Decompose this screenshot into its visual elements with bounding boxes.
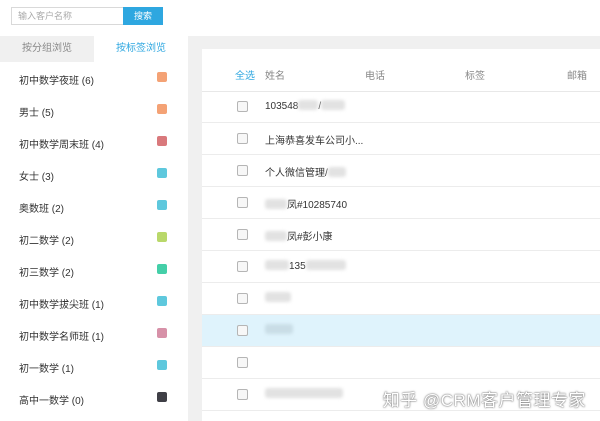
- top-toolbar: 搜索: [0, 0, 600, 32]
- tag-color-swatch: [157, 136, 167, 146]
- table-row[interactable]: 个人微信管理/: [202, 155, 600, 187]
- column-header-tags: 标签: [465, 71, 485, 82]
- tag-item[interactable]: 初中数学名师班 (1): [0, 318, 188, 350]
- tag-label: 高中一数学 (0): [19, 396, 84, 407]
- panel-divider: [188, 36, 202, 421]
- watermark-text: 知乎 @CRM客户管理专家: [382, 391, 586, 410]
- customer-name: [265, 324, 293, 336]
- tag-label: 奥数班 (2): [19, 204, 64, 215]
- redacted-text: [265, 324, 293, 334]
- tag-label: 初二数学 (2): [19, 236, 74, 247]
- redacted-text: [327, 167, 346, 177]
- tag-color-swatch: [157, 168, 167, 178]
- customer-name: [265, 292, 291, 304]
- tag-item[interactable]: 初中数学周末班 (4): [0, 126, 188, 158]
- select-all-link[interactable]: 全选: [235, 67, 255, 82]
- tag-label: 初中数学周末班 (4): [19, 140, 104, 151]
- table-row[interactable]: [202, 315, 600, 347]
- table-row[interactable]: 凤#彭小康: [202, 219, 600, 251]
- tag-color-swatch: [157, 104, 167, 114]
- tag-color-swatch: [157, 296, 167, 306]
- table-row[interactable]: 103548/: [202, 91, 600, 123]
- table-row[interactable]: 凤#10285740: [202, 187, 600, 219]
- tag-item[interactable]: 初一数学 (1): [0, 350, 188, 382]
- tag-label: 初三数学 (2): [19, 268, 74, 279]
- redacted-text: [265, 292, 291, 302]
- table-row[interactable]: 上海恭喜发车公司小...: [202, 123, 600, 155]
- column-header-phone: 电话: [365, 71, 385, 82]
- customer-table: 全选 姓名 电话 标签 邮箱 103548/ 上海恭喜发车公司小... 个人微信…: [202, 49, 600, 421]
- customer-name: [265, 388, 343, 400]
- customer-name: 个人微信管理/: [265, 164, 346, 179]
- row-checkbox[interactable]: [237, 229, 248, 240]
- tag-label: 初中数学拔尖班 (1): [19, 300, 104, 311]
- tag-color-swatch: [157, 200, 167, 210]
- panel-gap: [202, 36, 600, 49]
- tag-color-swatch: [157, 264, 167, 274]
- customer-name: 103548/: [265, 100, 346, 112]
- column-header-email: 邮箱: [567, 71, 587, 82]
- sidebar-tabs: 按分组浏览 按标签浏览: [0, 36, 188, 62]
- redacted-text: [321, 100, 346, 110]
- tag-item[interactable]: 初中数学夜班 (6): [0, 62, 188, 94]
- column-header-name: 姓名: [265, 71, 285, 82]
- tag-item[interactable]: 高中一数学 (0): [0, 382, 188, 414]
- tag-label: 初中数学名师班 (1): [19, 332, 104, 343]
- tag-item[interactable]: 奥数班 (2): [0, 190, 188, 222]
- tag-item[interactable]: 初中数学拔尖班 (1): [0, 286, 188, 318]
- tag-color-swatch: [157, 360, 167, 370]
- table-header: 全选 姓名 电话 标签 邮箱: [202, 49, 600, 92]
- customer-name: 上海恭喜发车公司小...: [265, 136, 364, 147]
- redacted-text: [265, 388, 343, 398]
- row-checkbox[interactable]: [237, 165, 248, 176]
- customer-search-input[interactable]: [11, 7, 129, 25]
- tag-color-swatch: [157, 392, 167, 402]
- table-row[interactable]: 135: [202, 251, 600, 283]
- tag-label: 男士 (5): [19, 108, 54, 119]
- table-row[interactable]: [202, 283, 600, 315]
- tag-item[interactable]: 初三数学 (2): [0, 254, 188, 286]
- tag-item[interactable]: 男士 (5): [0, 94, 188, 126]
- tag-item[interactable]: 女士 (3): [0, 158, 188, 190]
- customer-name: 凤#彭小康: [265, 228, 333, 243]
- row-checkbox[interactable]: [237, 357, 248, 368]
- tag-color-swatch: [157, 232, 167, 242]
- tag-color-swatch: [157, 328, 167, 338]
- row-checkbox[interactable]: [237, 261, 248, 272]
- tag-label: 初中数学夜班 (6): [19, 76, 94, 87]
- redacted-text: [265, 199, 287, 209]
- tab-browse-by-tag[interactable]: 按标签浏览: [94, 36, 188, 62]
- sidebar: 按分组浏览 按标签浏览 初中数学夜班 (6) 男士 (5) 初中数学周末班 (4…: [0, 36, 188, 421]
- row-checkbox[interactable]: [237, 389, 248, 400]
- customer-name: 凤#10285740: [265, 196, 347, 211]
- tag-label: 初一数学 (1): [19, 364, 74, 375]
- tag-label: 女士 (3): [19, 172, 54, 183]
- row-checkbox[interactable]: [237, 101, 248, 112]
- tag-item[interactable]: 初二数学 (2): [0, 222, 188, 254]
- tag-color-swatch: [157, 72, 167, 82]
- row-checkbox[interactable]: [237, 197, 248, 208]
- table-row[interactable]: [202, 347, 600, 379]
- customer-name: 135: [265, 260, 346, 272]
- row-checkbox[interactable]: [237, 133, 248, 144]
- row-checkbox[interactable]: [237, 293, 248, 304]
- redacted-text: [298, 100, 319, 110]
- redacted-text: [265, 231, 287, 241]
- search-button[interactable]: 搜索: [123, 7, 163, 25]
- tab-browse-by-group[interactable]: 按分组浏览: [0, 36, 94, 62]
- row-checkbox[interactable]: [237, 325, 248, 336]
- redacted-text: [305, 260, 346, 270]
- redacted-text: [265, 260, 289, 270]
